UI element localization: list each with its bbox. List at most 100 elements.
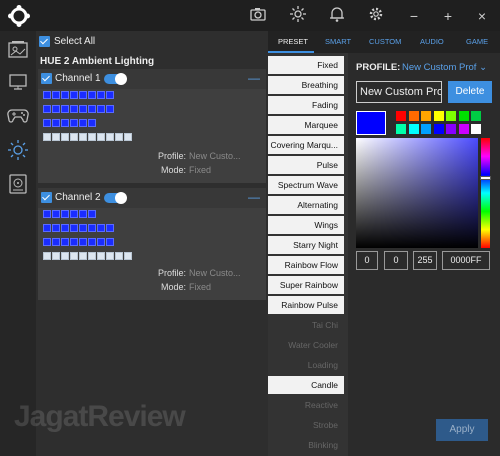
led-on[interactable] xyxy=(79,210,87,218)
led-on[interactable] xyxy=(70,119,78,127)
led-on[interactable] xyxy=(97,105,105,113)
color-swatch[interactable] xyxy=(396,124,406,134)
led-on[interactable] xyxy=(52,210,60,218)
led-on[interactable] xyxy=(43,224,51,232)
led-on[interactable] xyxy=(61,238,69,246)
led-on[interactable] xyxy=(52,105,60,113)
effect-item[interactable]: Pulse xyxy=(268,156,344,174)
color-swatch[interactable] xyxy=(446,124,456,134)
led-on[interactable] xyxy=(79,91,87,99)
color-swatch[interactable] xyxy=(396,111,406,121)
led-off[interactable] xyxy=(61,133,69,141)
tab-audio[interactable]: AUDIO xyxy=(420,37,444,46)
led-off[interactable] xyxy=(124,133,132,141)
effect-item[interactable]: Breathing xyxy=(268,76,344,94)
led-off[interactable] xyxy=(106,252,114,260)
effect-item[interactable]: Wings xyxy=(268,216,344,234)
effect-item[interactable]: Rainbow Flow xyxy=(268,256,344,274)
color-swatch[interactable] xyxy=(458,111,469,121)
led-on[interactable] xyxy=(88,119,96,127)
device-icon[interactable] xyxy=(5,36,31,62)
led-on[interactable] xyxy=(79,238,87,246)
effect-item[interactable]: Marquee xyxy=(268,116,344,134)
led-off[interactable] xyxy=(70,252,78,260)
led-on[interactable] xyxy=(88,105,96,113)
led-on[interactable] xyxy=(43,119,51,127)
sun-icon[interactable] xyxy=(288,6,308,26)
led-on[interactable] xyxy=(106,238,114,246)
led-off[interactable] xyxy=(43,252,51,260)
red-input[interactable]: 0 xyxy=(356,251,378,270)
led-on[interactable] xyxy=(52,238,60,246)
led-on[interactable] xyxy=(97,238,105,246)
led-on[interactable] xyxy=(106,105,114,113)
tab-smart[interactable]: SMART xyxy=(325,37,351,46)
led-on[interactable] xyxy=(70,105,78,113)
gamepad-icon[interactable] xyxy=(5,102,31,128)
led-off[interactable] xyxy=(52,252,60,260)
color-swatch[interactable] xyxy=(421,124,431,134)
effect-item[interactable]: Alternating xyxy=(268,196,344,214)
color-picker-area[interactable] xyxy=(356,138,478,248)
color-swatch[interactable] xyxy=(408,124,419,134)
channel-checkbox[interactable] xyxy=(41,192,52,203)
camera-icon[interactable] xyxy=(248,6,268,26)
led-on[interactable] xyxy=(88,238,96,246)
led-on[interactable] xyxy=(52,224,60,232)
led-on[interactable] xyxy=(79,119,87,127)
led-off[interactable] xyxy=(52,133,60,141)
led-off[interactable] xyxy=(97,252,105,260)
maximize-icon[interactable]: + xyxy=(438,6,458,26)
led-on[interactable] xyxy=(43,210,51,218)
color-swatch[interactable] xyxy=(433,111,444,121)
effect-item[interactable]: Candle xyxy=(268,376,344,394)
bell-icon[interactable] xyxy=(327,6,347,26)
led-off[interactable] xyxy=(79,252,87,260)
hex-input[interactable]: 0000FF xyxy=(442,251,490,270)
led-on[interactable] xyxy=(52,91,60,99)
led-on[interactable] xyxy=(88,224,96,232)
led-on[interactable] xyxy=(70,210,78,218)
minimize-icon[interactable]: − xyxy=(404,6,424,26)
led-on[interactable] xyxy=(61,91,69,99)
led-off[interactable] xyxy=(106,133,114,141)
led-on[interactable] xyxy=(52,119,60,127)
display-icon[interactable] xyxy=(5,69,31,95)
led-off[interactable] xyxy=(88,133,96,141)
led-on[interactable] xyxy=(97,91,105,99)
channel-toggle[interactable] xyxy=(104,192,127,204)
green-input[interactable]: 0 xyxy=(384,251,408,270)
led-on[interactable] xyxy=(79,105,87,113)
led-off[interactable] xyxy=(43,133,51,141)
select-all[interactable]: Select All xyxy=(39,36,95,47)
effect-item[interactable]: Covering Marqu... xyxy=(268,136,344,154)
led-on[interactable] xyxy=(79,224,87,232)
tab-game[interactable]: GAME xyxy=(466,37,488,46)
led-on[interactable] xyxy=(106,224,114,232)
led-on[interactable] xyxy=(61,119,69,127)
effect-item[interactable]: Super Rainbow xyxy=(268,276,344,294)
select-all-checkbox[interactable] xyxy=(39,36,50,47)
led-on[interactable] xyxy=(43,105,51,113)
led-on[interactable] xyxy=(106,91,114,99)
led-off[interactable] xyxy=(115,252,123,260)
led-off[interactable] xyxy=(97,133,105,141)
led-on[interactable] xyxy=(61,105,69,113)
profile-name-input[interactable] xyxy=(356,81,442,103)
close-icon[interactable]: × xyxy=(472,6,492,26)
led-on[interactable] xyxy=(70,224,78,232)
effect-item[interactable]: Fixed xyxy=(268,56,344,74)
led-on[interactable] xyxy=(61,210,69,218)
color-swatch[interactable] xyxy=(433,124,444,134)
led-on[interactable] xyxy=(88,91,96,99)
led-off[interactable] xyxy=(61,252,69,260)
led-on[interactable] xyxy=(97,224,105,232)
color-swatch[interactable] xyxy=(446,111,456,121)
tab-custom[interactable]: CUSTOM xyxy=(369,37,401,46)
led-off[interactable] xyxy=(70,133,78,141)
led-off[interactable] xyxy=(115,133,123,141)
color-swatch[interactable] xyxy=(421,111,431,121)
blue-input[interactable]: 255 xyxy=(413,251,437,270)
tab-preset[interactable]: PRESET xyxy=(278,37,308,46)
profile-dropdown[interactable]: New Custom Prof ⌄ xyxy=(402,62,487,73)
